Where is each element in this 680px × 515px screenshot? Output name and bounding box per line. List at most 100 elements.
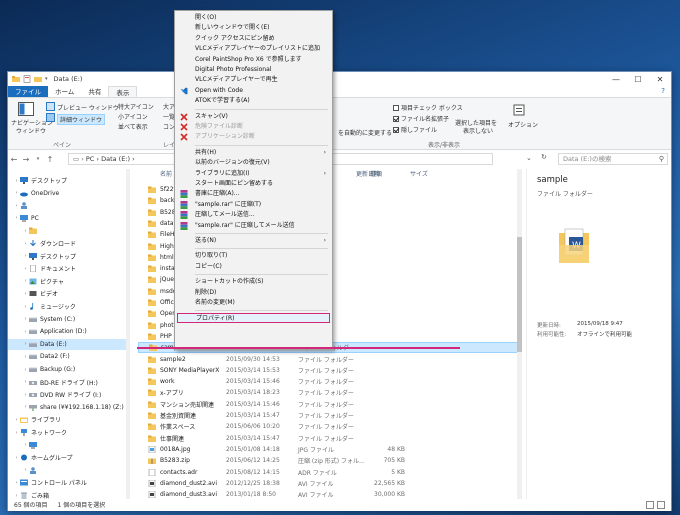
menu-item[interactable]: 切り取り(T): [175, 251, 332, 261]
menu-item[interactable]: 名前の変更(M): [175, 298, 332, 308]
menu-item[interactable]: 書庫に圧縮(A)...: [175, 189, 332, 199]
nav-item[interactable]: › ネットワーク: [8, 427, 67, 438]
hide-selected-button-line2[interactable]: 表示しない: [463, 126, 493, 135]
folder-icon[interactable]: [12, 75, 20, 83]
file-row[interactable]: B5283.zip 2015/06/12 14:25 圧縮 (zip 形式) フォル…: [138, 455, 518, 466]
menu-item[interactable]: クイック アクセスにピン留め: [175, 34, 332, 44]
auto-resize-columns-button[interactable]: を自動的に変更する: [338, 128, 392, 137]
nav-item[interactable]: › ホームグループ: [8, 452, 72, 463]
up-arrow-icon[interactable]: ↑: [44, 155, 56, 164]
nav-item[interactable]: › ビデオ: [8, 288, 59, 299]
nav-item[interactable]: › PC: [8, 213, 39, 224]
expand-chevron-icon[interactable]: ›: [22, 316, 29, 322]
column-header-size[interactable]: サイズ: [410, 169, 428, 179]
nav-item[interactable]: › Application (D:): [8, 326, 87, 337]
expand-chevron-icon[interactable]: ›: [22, 341, 29, 347]
expand-chevron-icon[interactable]: ›: [13, 455, 20, 461]
help-icon[interactable]: ?: [661, 87, 665, 95]
file-extensions-toggle[interactable]: ファイル名拡張子: [393, 114, 449, 123]
nav-item[interactable]: › DVD RW ドライブ (I:): [8, 389, 102, 400]
hidden-items-toggle[interactable]: 隠しファイル: [393, 125, 437, 134]
nav-item[interactable]: › ピクチャ: [8, 276, 64, 287]
tab-file[interactable]: ファイル: [8, 86, 48, 97]
nav-item[interactable]: ›: [8, 225, 40, 236]
nav-item[interactable]: › System (C:): [8, 314, 76, 325]
menu-item[interactable]: 削除(D): [175, 288, 332, 298]
nav-item[interactable]: › OneDrive: [8, 188, 60, 199]
minimize-button[interactable]: —: [605, 72, 627, 86]
navigation-pane-button-line2[interactable]: ウィンドウ: [16, 126, 46, 135]
nav-item[interactable]: › share (¥¥192.168.1.18) (Z:): [8, 402, 124, 413]
new-folder-icon[interactable]: [34, 75, 42, 83]
back-arrow-icon[interactable]: ←: [8, 155, 20, 164]
qa-dropdown-icon[interactable]: ▾: [45, 76, 48, 82]
search-input[interactable]: Data (E:)の検索 ⚲: [558, 153, 668, 165]
expand-chevron-icon[interactable]: ›: [22, 278, 29, 284]
menu-item[interactable]: 送る(N) ›: [175, 236, 332, 246]
expand-chevron-icon[interactable]: ›: [22, 404, 29, 410]
menu-item[interactable]: 圧縮してメール送信...: [175, 210, 332, 220]
file-row[interactable]: diamond_dust2.avi 2012/12/25 18:38 AVI ファイ…: [138, 478, 518, 489]
nav-item[interactable]: ›: [8, 440, 40, 451]
expand-chevron-icon[interactable]: ›: [22, 304, 29, 310]
menu-item[interactable]: コピー(C): [175, 262, 332, 272]
column-header-type[interactable]: 種類: [370, 169, 382, 179]
nav-item[interactable]: › ドキュメント: [8, 263, 76, 274]
nav-item[interactable]: › Data (E:): [8, 338, 130, 350]
tab-home[interactable]: ホーム: [48, 86, 81, 97]
expand-chevron-icon[interactable]: ›: [13, 480, 20, 486]
layout-extra-large-icons[interactable]: 特大アイコン: [118, 102, 154, 111]
file-row[interactable]: 0018A.jpg 2015/01/08 14:18 JPG ファイル 48 KB: [138, 444, 518, 455]
refresh-icon[interactable]: ↻: [541, 153, 547, 161]
expand-chevron-icon[interactable]: ›: [22, 442, 29, 448]
menu-item[interactable]: ATOKで学習する(A): [175, 96, 332, 106]
menu-item[interactable]: VLCメディアプレイヤーで再生: [175, 75, 332, 85]
nav-item[interactable]: › ごみ箱: [8, 490, 49, 499]
menu-item[interactable]: 以前のバージョンの復元(V): [175, 158, 332, 168]
hidden-items-checkbox[interactable]: [393, 127, 399, 133]
expand-chevron-icon[interactable]: ›: [22, 241, 29, 247]
file-row[interactable]: contacts.adr 2015/08/12 14:15 ADR ファイル 5 KB: [138, 467, 518, 478]
menu-item-properties[interactable]: プロパティ(R): [177, 313, 330, 324]
file-row[interactable]: sample2 2015/09/30 14:53 ファイル フォルダー: [138, 354, 518, 365]
expand-chevron-icon[interactable]: ›: [13, 190, 20, 196]
details-pane-button[interactable]: 詳細ウィンドウ: [57, 114, 106, 125]
menu-item[interactable]: Open with Code: [175, 86, 332, 96]
expand-chevron-icon[interactable]: ›: [13, 215, 20, 221]
menu-item[interactable]: Digital Photo Professional: [175, 65, 332, 75]
nav-item[interactable]: › コントロール パネル: [8, 477, 87, 488]
file-row[interactable]: 仕事関連 2015/03/14 15:47 ファイル フォルダー: [138, 433, 518, 444]
preview-pane-button[interactable]: プレビュー ウィンドウ: [57, 103, 119, 112]
expand-chevron-icon[interactable]: ›: [22, 266, 29, 272]
properties-icon[interactable]: [23, 75, 31, 83]
nav-item[interactable]: › デスクトップ: [8, 251, 76, 262]
recent-dropdown-icon[interactable]: ▾: [32, 156, 44, 162]
tab-view[interactable]: 表示: [108, 86, 138, 97]
expand-chevron-icon[interactable]: ›: [22, 379, 29, 385]
nav-item[interactable]: › Data2 (F:): [8, 351, 70, 362]
menu-item[interactable]: VLCメディアプレイヤーのプレイリストに追加: [175, 44, 332, 54]
options-button[interactable]: オプション: [508, 120, 538, 129]
file-row[interactable]: SONY MediaPlayerX 2015/03/14 15:53 ファイル フォ…: [138, 365, 518, 376]
file-list-scrollbar-thumb[interactable]: [517, 237, 522, 352]
nav-item[interactable]: ›: [8, 465, 40, 476]
nav-item[interactable]: › ライブラリ: [8, 414, 62, 425]
expand-chevron-icon[interactable]: ›: [22, 354, 29, 360]
expand-chevron-icon[interactable]: ›: [22, 392, 29, 398]
menu-item[interactable]: "sample.rar" に圧縮してメール送信: [175, 221, 332, 231]
nav-item[interactable]: › ダウンロード: [8, 238, 76, 249]
nav-item[interactable]: › デスクトップ: [8, 175, 67, 186]
menu-item[interactable]: 開く(O): [175, 13, 332, 23]
file-extensions-checkbox[interactable]: [393, 116, 399, 122]
column-header-name[interactable]: 名前: [160, 169, 172, 179]
expand-chevron-icon[interactable]: ›: [13, 493, 20, 499]
layout-tiles[interactable]: 並べて表示: [118, 122, 148, 131]
file-row[interactable]: マンション売却関連 2015/03/14 15:46 ファイル フォルダー: [138, 399, 518, 410]
expand-chevron-icon[interactable]: ›: [22, 367, 29, 373]
layout-small-icons[interactable]: 小アイコン: [118, 112, 148, 121]
menu-item[interactable]: 危険ファイル診断: [175, 122, 332, 132]
address-dropdown-icon[interactable]: ⌄: [526, 154, 532, 162]
menu-item[interactable]: スタート画面にピン留めする: [175, 179, 332, 189]
menu-item[interactable]: ショートカットの作成(S): [175, 277, 332, 287]
menu-item[interactable]: ライブラリに追加(I) ›: [175, 169, 332, 179]
